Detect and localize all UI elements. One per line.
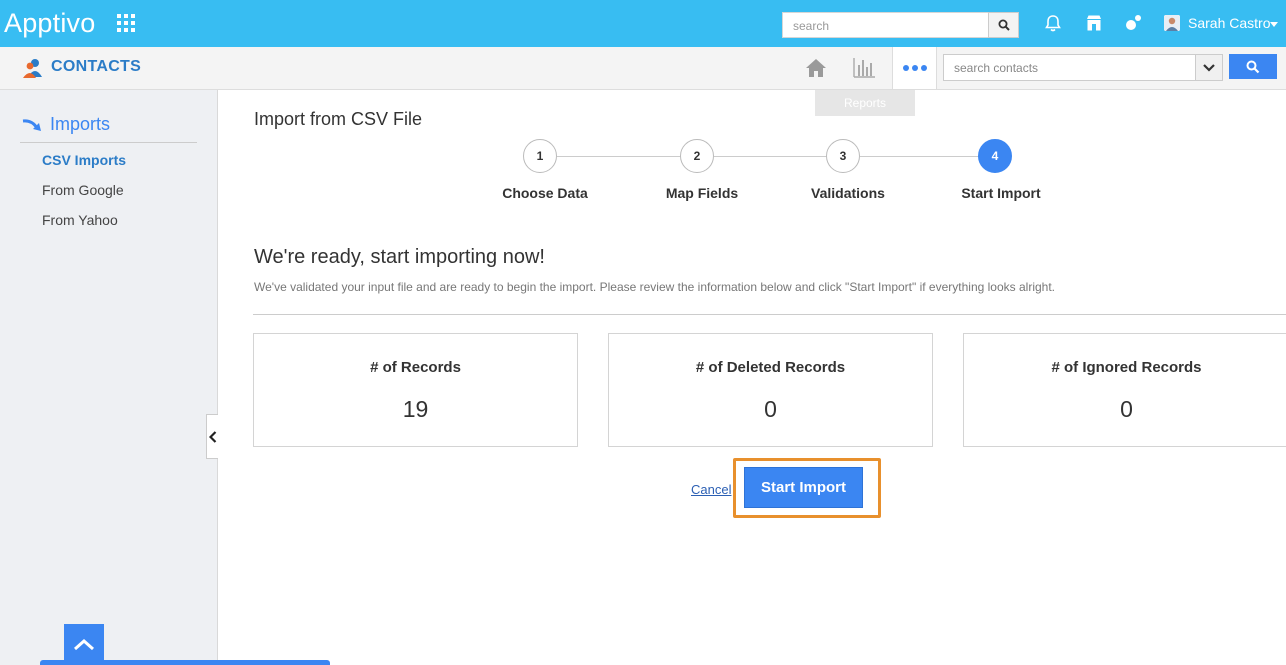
reports-chart-icon[interactable]: [851, 55, 877, 81]
sidebar: Imports CSV Imports From Google From Yah…: [0, 90, 218, 665]
app-subheader: CONTACTS search contacts: [0, 47, 1286, 90]
user-name[interactable]: Sarah Castro: [1188, 15, 1270, 31]
apptivo-logo[interactable]: Apptivo: [4, 8, 95, 39]
records-count-card: # of Records 19: [253, 333, 578, 447]
chevron-up-icon: [74, 638, 94, 650]
sidebar-divider: [20, 142, 197, 143]
global-search-button[interactable]: [988, 12, 1019, 38]
stat-value: 0: [1120, 396, 1133, 422]
contact-search-button[interactable]: [1229, 54, 1277, 79]
home-icon[interactable]: [803, 55, 829, 81]
step-3-circle: 3: [826, 139, 860, 173]
sidebar-heading[interactable]: Imports: [50, 114, 110, 135]
step-1-circle: 1: [523, 139, 557, 173]
stat-label: # of Deleted Records: [695, 359, 846, 376]
stat-label: # of Ignored Records: [1051, 359, 1202, 376]
more-options-icon[interactable]: [892, 47, 937, 89]
page-title: Import from CSV File: [254, 109, 423, 129]
step-3-label: Validations: [811, 185, 885, 201]
contacts-app-icon: [22, 57, 44, 79]
sidebar-item-from-yahoo[interactable]: From Yahoo: [42, 212, 118, 228]
chevron-down-icon: [1203, 63, 1215, 72]
top-navigation-bar: Apptivo search Sarah Castro: [0, 0, 1286, 47]
global-search-input[interactable]: search: [782, 12, 989, 38]
user-avatar[interactable]: [1164, 15, 1180, 31]
reports-tooltip: Reports: [815, 90, 915, 116]
sidebar-item-csv-imports[interactable]: CSV Imports: [42, 152, 126, 168]
chevron-down-icon[interactable]: [1270, 22, 1278, 27]
stat-value: 19: [402, 396, 429, 422]
ready-heading: We're ready, start importing now!: [254, 246, 545, 268]
step-1-label: Choose Data: [502, 185, 588, 201]
start-import-button[interactable]: Start Import: [744, 467, 863, 508]
app-grid-icon[interactable]: [117, 14, 135, 32]
step-2-label: Map Fields: [665, 185, 739, 201]
cancel-link[interactable]: Cancel: [691, 482, 731, 497]
arrow-right-icon: [22, 117, 44, 138]
search-filter-dropdown[interactable]: [1195, 54, 1223, 81]
contact-search-input[interactable]: search contacts: [943, 54, 1196, 81]
stat-label: # of Records: [370, 359, 461, 376]
deleted-records-card: # of Deleted Records 0: [608, 333, 933, 447]
connections-icon[interactable]: [1124, 13, 1144, 33]
store-icon[interactable]: [1084, 13, 1104, 33]
step-connector: [860, 156, 979, 157]
step-2-circle: 2: [680, 139, 714, 173]
scroll-to-top-button[interactable]: [64, 624, 104, 665]
app-title[interactable]: CONTACTS: [51, 58, 141, 76]
chevron-left-icon: [208, 430, 216, 443]
bottom-panel-bar[interactable]: [40, 660, 330, 665]
collapse-sidebar-button[interactable]: [206, 414, 218, 459]
ready-description: We've validated your input file and are …: [254, 280, 1055, 294]
search-icon: [998, 19, 1010, 31]
notifications-bell-icon[interactable]: [1043, 13, 1063, 33]
step-4-label: Start Import: [961, 185, 1041, 201]
step-connector: [557, 156, 681, 157]
search-icon: [1246, 60, 1260, 73]
ignored-records-card: # of Ignored Records 0: [963, 333, 1286, 447]
sidebar-item-from-google[interactable]: From Google: [42, 182, 124, 198]
section-divider: [253, 314, 1286, 315]
step-connector: [714, 156, 827, 157]
stat-value: 0: [764, 396, 777, 422]
step-4-circle: 4: [978, 139, 1012, 173]
